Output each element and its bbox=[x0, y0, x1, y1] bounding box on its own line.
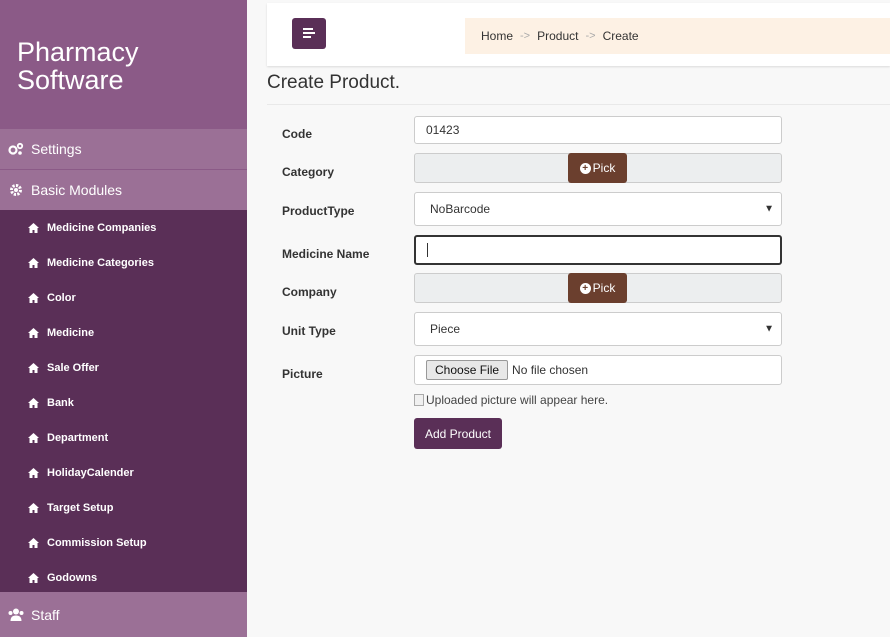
sidebar-item-commission-setup[interactable]: Commission Setup bbox=[0, 525, 247, 560]
breadcrumb-home[interactable]: Home bbox=[481, 29, 513, 43]
breadcrumb-separator: -> bbox=[520, 30, 531, 42]
menu-toggle-button[interactable] bbox=[292, 18, 326, 49]
sidebar-item-label: Medicine Companies bbox=[47, 221, 157, 234]
preview-text: Uploaded picture will appear here. bbox=[426, 393, 609, 407]
sidebar-item-label: Department bbox=[47, 431, 109, 444]
breadcrumb-separator: -> bbox=[585, 30, 596, 42]
code-label: Code bbox=[282, 127, 312, 141]
home-icon bbox=[28, 327, 40, 339]
medicine-name-input[interactable] bbox=[414, 235, 782, 265]
home-icon bbox=[28, 397, 40, 409]
home-icon bbox=[28, 292, 40, 304]
home-icon bbox=[28, 502, 40, 514]
sidebar-item-settings[interactable]: Settings bbox=[0, 129, 247, 169]
unit-type-select[interactable]: Piece ▼ bbox=[414, 312, 782, 346]
sidebar: Pharmacy Software Settings Basic Modules… bbox=[0, 0, 247, 637]
caret-down-icon: ▼ bbox=[764, 323, 774, 335]
sidebar-item-sale-offer[interactable]: Sale Offer bbox=[0, 350, 247, 385]
page-title: Create Product. bbox=[267, 72, 401, 93]
brand-line-2: Software bbox=[17, 65, 124, 95]
sidebar-item-bank[interactable]: Bank bbox=[0, 385, 247, 420]
pick-label: Pick bbox=[592, 161, 616, 175]
brand-line-1: Pharmacy bbox=[17, 37, 139, 67]
sidebar-item-label: Medicine Categories bbox=[47, 256, 154, 269]
gear-icon bbox=[8, 182, 24, 198]
choose-file-button[interactable]: Choose File bbox=[426, 360, 509, 380]
company-pick-button[interactable]: + Pick bbox=[568, 273, 627, 303]
home-icon bbox=[28, 572, 40, 584]
product-type-value: NoBarcode bbox=[430, 202, 491, 216]
sidebar-item-label: Bank bbox=[47, 396, 74, 409]
home-icon bbox=[28, 257, 40, 269]
category-label: Category bbox=[282, 165, 335, 179]
sidebar-item-label: Godowns bbox=[47, 571, 98, 584]
sidebar-item-label: Target Setup bbox=[47, 501, 114, 514]
sidebar-item-label: HolidayCalender bbox=[47, 466, 134, 479]
product-type-select[interactable]: NoBarcode ▼ bbox=[414, 192, 782, 226]
basic-modules-submenu: Medicine Companies Medicine Categories C… bbox=[0, 210, 247, 595]
sidebar-item-label: Medicine bbox=[47, 326, 95, 339]
home-icon bbox=[28, 467, 40, 479]
unit-type-label: Unit Type bbox=[282, 324, 336, 338]
sidebar-item-color[interactable]: Color bbox=[0, 280, 247, 315]
sidebar-item-target-setup[interactable]: Target Setup bbox=[0, 490, 247, 525]
plus-circle-icon: + bbox=[579, 282, 591, 294]
medicine-name-label: Medicine Name bbox=[282, 247, 370, 261]
picture-label: Picture bbox=[282, 367, 323, 381]
sidebar-item-label: Settings bbox=[31, 141, 82, 157]
brand-logo[interactable]: Pharmacy Software bbox=[0, 0, 247, 126]
file-status: No file chosen bbox=[512, 363, 589, 377]
sidebar-item-label: Basic Modules bbox=[31, 182, 123, 198]
product-type-label: ProductType bbox=[282, 204, 355, 218]
breadcrumb: Home -> Product -> Create bbox=[465, 18, 890, 54]
sidebar-item-holiday-calender[interactable]: HolidayCalender bbox=[0, 455, 247, 490]
sidebar-item-basic-modules[interactable]: Basic Modules bbox=[0, 170, 247, 210]
top-bar: Home -> Product -> Create bbox=[267, 3, 890, 66]
text-cursor bbox=[427, 243, 428, 257]
home-icon bbox=[28, 222, 40, 234]
sidebar-item-staff[interactable]: Staff bbox=[0, 592, 247, 637]
menu-icon bbox=[303, 25, 315, 43]
category-pick-button[interactable]: + Pick bbox=[568, 153, 627, 183]
sidebar-item-label: Commission Setup bbox=[47, 536, 147, 549]
home-icon bbox=[28, 432, 40, 444]
sidebar-item-medicine-categories[interactable]: Medicine Categories bbox=[0, 245, 247, 280]
home-icon bbox=[28, 362, 40, 374]
pick-label: Pick bbox=[592, 281, 616, 295]
sidebar-item-label: Sale Offer bbox=[47, 361, 99, 374]
sidebar-item-medicine-companies[interactable]: Medicine Companies bbox=[0, 210, 247, 245]
gears-icon bbox=[8, 141, 24, 157]
sidebar-item-label: Color bbox=[47, 291, 76, 304]
add-product-button[interactable]: Add Product bbox=[414, 418, 502, 449]
sidebar-item-department[interactable]: Department bbox=[0, 420, 247, 455]
picture-preview: Uploaded picture will appear here. bbox=[414, 393, 608, 407]
breadcrumb-create: Create bbox=[602, 29, 639, 43]
caret-down-icon: ▼ bbox=[764, 203, 774, 215]
title-divider bbox=[267, 104, 890, 105]
sidebar-item-godowns[interactable]: Godowns bbox=[0, 560, 247, 595]
code-value: 01423 bbox=[426, 123, 460, 137]
broken-image-icon bbox=[414, 394, 424, 406]
sidebar-item-label: Staff bbox=[31, 606, 60, 623]
home-icon bbox=[28, 537, 40, 549]
users-icon bbox=[8, 607, 24, 623]
code-input[interactable]: 01423 bbox=[414, 116, 782, 144]
company-label: Company bbox=[282, 285, 337, 299]
picture-file-input[interactable]: Choose File No file chosen bbox=[414, 355, 782, 385]
breadcrumb-product[interactable]: Product bbox=[537, 29, 578, 43]
plus-circle-icon: + bbox=[579, 162, 591, 174]
unit-type-value: Piece bbox=[430, 322, 461, 336]
sidebar-item-medicine[interactable]: Medicine bbox=[0, 315, 247, 350]
